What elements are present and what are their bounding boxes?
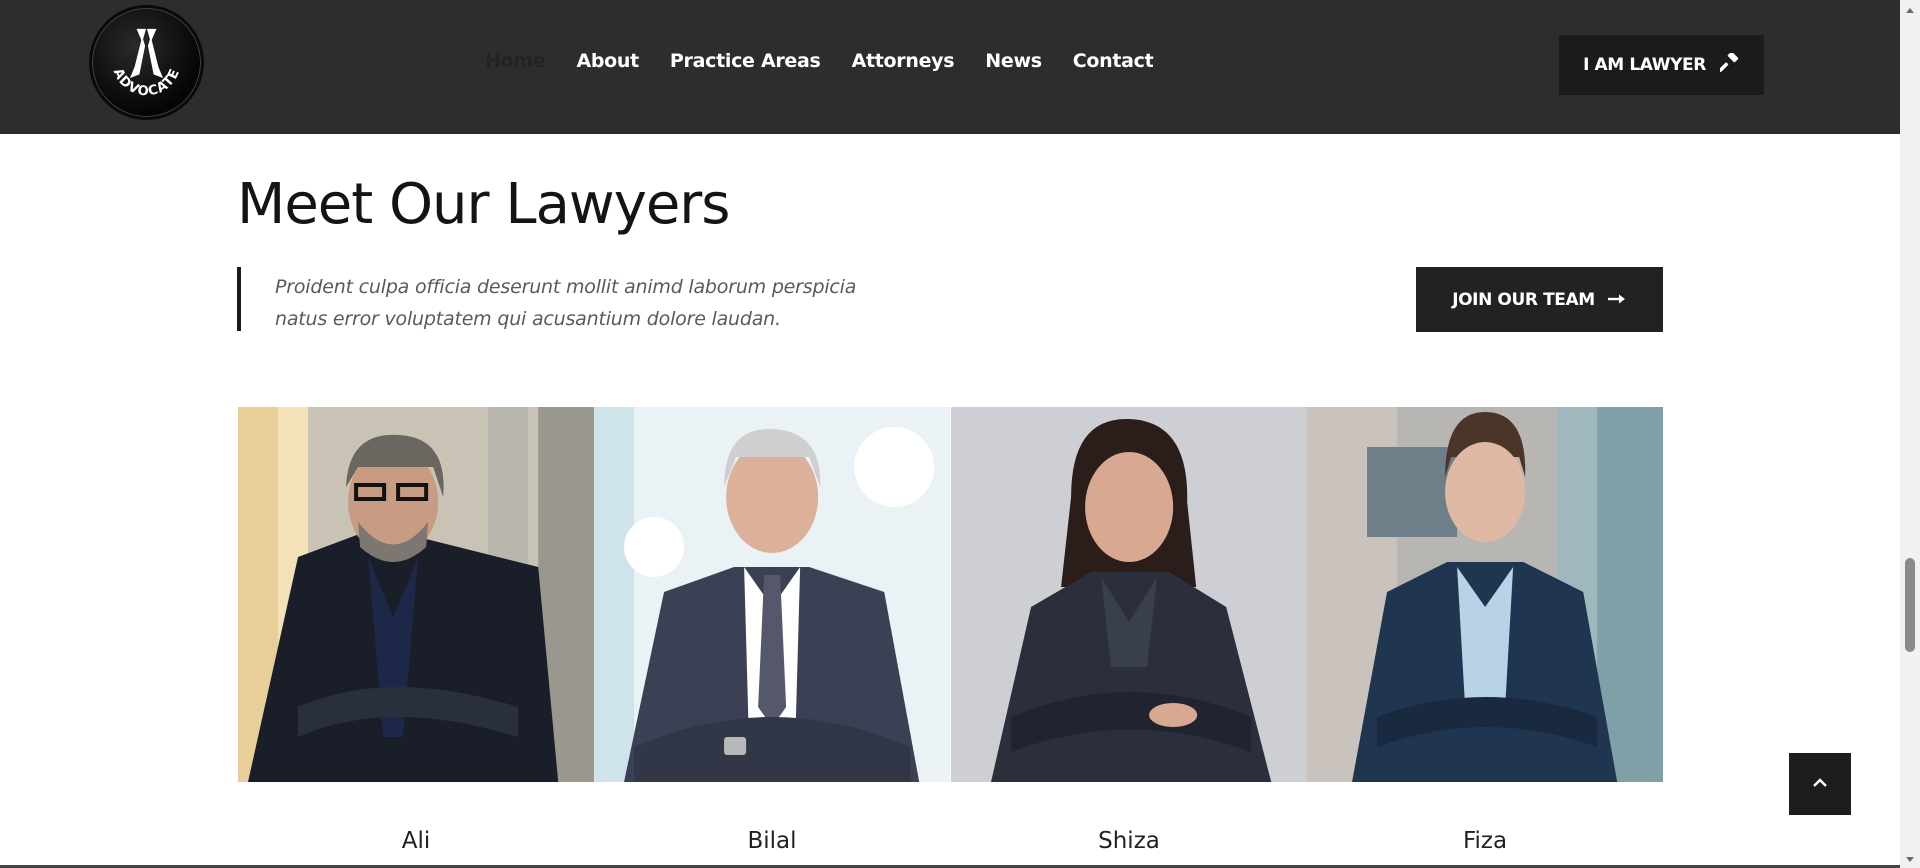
lawyer-photo-shiza[interactable]: [950, 407, 1307, 782]
lawyer-photo-fiza[interactable]: [1306, 407, 1663, 782]
lawyer-name-ali[interactable]: Ali: [238, 828, 594, 854]
lawyer-name-bilal[interactable]: Bilal: [594, 828, 950, 854]
scroll-up-arrow-icon[interactable]: [1904, 4, 1916, 16]
nav-home[interactable]: Home: [485, 50, 546, 72]
nav-about[interactable]: About: [576, 50, 639, 72]
nav-attorneys[interactable]: Attorneys: [852, 50, 955, 72]
site-header: ADVOCATE Home About Practice Areas Attor…: [0, 0, 1900, 134]
join-our-team-label: JOIN OUR TEAM: [1452, 289, 1595, 310]
lawyer-name-fiza[interactable]: Fiza: [1307, 828, 1663, 854]
section-quote: Proident culpa officia deserunt mollit a…: [237, 267, 877, 331]
nav-news[interactable]: News: [985, 50, 1042, 72]
lawyer-photo-ali[interactable]: [238, 407, 595, 782]
gavel-icon: [1718, 51, 1740, 78]
advocate-logo[interactable]: ADVOCATE: [89, 5, 204, 120]
i-am-lawyer-button[interactable]: I AM LAWYER: [1559, 35, 1764, 95]
main-nav: Home About Practice Areas Attorneys News…: [485, 50, 1184, 72]
nav-contact[interactable]: Contact: [1073, 50, 1154, 72]
svg-text:ADVOCATE: ADVOCATE: [110, 66, 183, 99]
arrow-right-icon: [1607, 290, 1627, 310]
section-title: Meet Our Lawyers: [237, 172, 730, 237]
chevron-up-icon: [1813, 775, 1827, 793]
nav-practice-areas[interactable]: Practice Areas: [670, 50, 821, 72]
scroll-down-arrow-icon[interactable]: [1904, 852, 1916, 864]
i-am-lawyer-label: I AM LAWYER: [1583, 55, 1706, 75]
vertical-scrollbar[interactable]: [1900, 0, 1920, 868]
advocate-logo-graphic: ADVOCATE: [110, 28, 183, 100]
lawyer-name-shiza[interactable]: Shiza: [951, 828, 1307, 854]
lawyers-grid: [238, 407, 1663, 782]
join-our-team-button[interactable]: JOIN OUR TEAM: [1416, 267, 1663, 332]
scrollbar-thumb[interactable]: [1905, 558, 1915, 652]
lawyer-photo-bilal[interactable]: [594, 407, 951, 782]
back-to-top-button[interactable]: [1789, 753, 1851, 815]
